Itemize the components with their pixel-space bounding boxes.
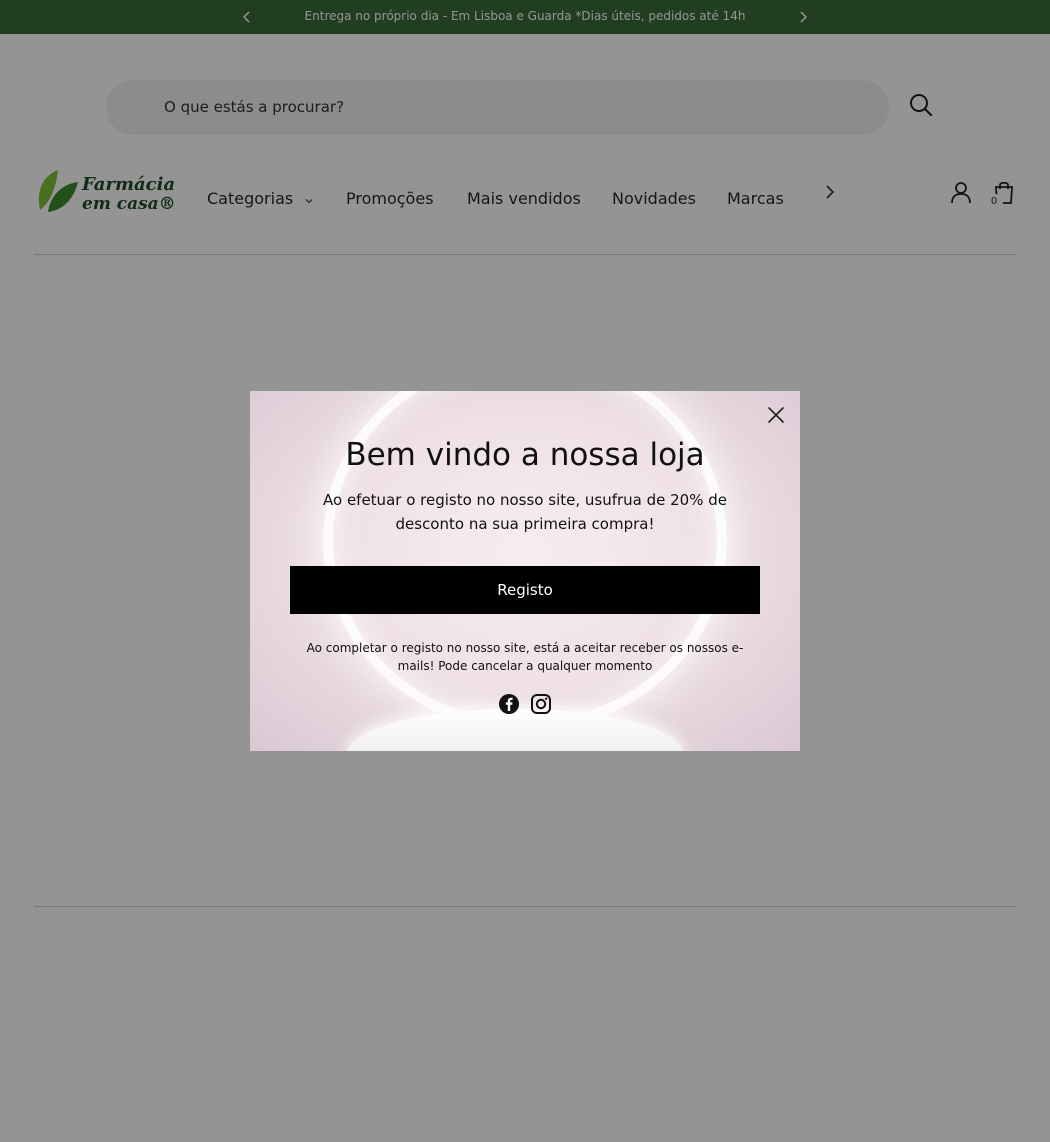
instagram-icon[interactable]: [530, 693, 552, 715]
facebook-icon[interactable]: [498, 693, 520, 715]
popup-fine-print: Ao completar o registo no nosso site, es…: [306, 641, 744, 673]
popup-subtitle: Ao efetuar o registo no nosso site, usuf…: [323, 491, 727, 533]
register-button[interactable]: Registo: [290, 566, 760, 614]
popup-title: Bem vindo a nossa loja: [345, 437, 705, 473]
decorative-pedestal: [347, 709, 683, 751]
welcome-popup: Bem vindo a nossa loja Ao efetuar o regi…: [250, 391, 800, 751]
close-icon[interactable]: [765, 404, 787, 426]
